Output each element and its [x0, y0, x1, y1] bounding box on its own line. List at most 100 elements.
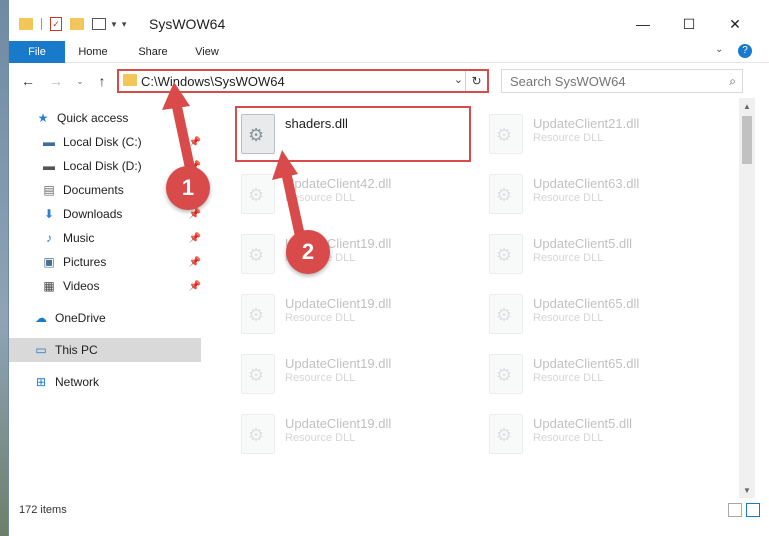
close-button[interactable]: ✕	[712, 10, 758, 38]
sidebar-item-music[interactable]: ♪ Music 📌	[41, 226, 201, 250]
document-icon: ▤	[43, 183, 55, 197]
search-input[interactable]	[502, 70, 712, 92]
sidebar-item-label: Quick access	[57, 111, 129, 125]
file-item[interactable]: ⚙ UpdateClient5.dll Resource DLL	[483, 226, 719, 280]
quick-access-toolbar: ✓ ▼ ▾	[19, 14, 126, 34]
pin-icon[interactable]: 📌	[189, 233, 201, 244]
gear-icon: ⚙	[248, 425, 265, 445]
step-1-badge: 1	[166, 166, 210, 210]
file-name: UpdateClient21.dll	[533, 116, 640, 131]
gear-icon: ⚙	[248, 245, 265, 265]
file-item[interactable]: ⚙ UpdateClient42.dll Resource DLL	[235, 166, 471, 220]
minimize-button[interactable]: —	[620, 10, 666, 38]
download-icon: ⬇	[43, 207, 55, 221]
title-bar: ✓ ▼ ▾ SysWOW64 — ☐ ✕	[9, 0, 769, 42]
sidebar-item-network[interactable]: ⊞ Network	[33, 370, 201, 394]
address-bar[interactable]: C:\Windows\SysWOW64 ⌄ ↻	[117, 69, 489, 93]
file-item[interactable]: ⚙ UpdateClient21.dll Resource DLL	[483, 106, 719, 160]
dll-file-icon: ⚙	[489, 294, 523, 334]
file-name: UpdateClient19.dll	[285, 356, 392, 371]
explorer-window: ✓ ▼ ▾ SysWOW64 — ☐ ✕ File Home Share Vie…	[8, 0, 769, 536]
help-icon[interactable]: ?	[738, 44, 752, 58]
pin-icon[interactable]: 📌	[189, 281, 201, 292]
sidebar-item-pictures[interactable]: ▣ Pictures 📌	[41, 250, 201, 274]
sidebar-item-label: Videos	[63, 279, 100, 293]
file-item[interactable]: ⚙ UpdateClient19.dll Resource DLL	[235, 346, 471, 400]
search-box[interactable]: ⌕	[501, 69, 743, 93]
pin-icon[interactable]: 📌	[189, 257, 201, 268]
file-item[interactable]: ⚙ UpdateClient19.dll Resource DLL	[235, 286, 471, 340]
file-name: UpdateClient65.dll	[533, 356, 640, 371]
dll-file-icon: ⚙	[241, 414, 275, 454]
chevron-down-icon[interactable]: ⌄	[454, 73, 463, 86]
recent-locations-icon[interactable]: ⌄	[71, 72, 89, 90]
maximize-button[interactable]: ☐	[666, 10, 712, 38]
monitor-icon: ▭	[35, 343, 47, 357]
chevron-down-icon[interactable]: ▼	[110, 20, 118, 29]
new-folder-icon[interactable]	[70, 18, 84, 30]
dll-file-icon: ⚙	[489, 354, 523, 394]
item-count: 172 items	[19, 504, 67, 516]
sidebar-item-label: Network	[55, 375, 100, 389]
network-icon: ⊞	[35, 375, 47, 389]
navigation-bar: ← → ⌄ ↑ C:\Windows\SysWOW64 ⌄ ↻ ⌕	[9, 64, 769, 98]
file-type: Resource DLL	[285, 312, 356, 324]
back-icon[interactable]: ←	[19, 72, 37, 90]
scrollbar-thumb[interactable]	[742, 116, 752, 164]
vertical-scrollbar[interactable]: ▲ ▼	[739, 98, 755, 498]
highlight-box	[235, 106, 471, 162]
pin-toolbar-icon[interactable]: ▾	[122, 19, 127, 30]
step-2-badge: 2	[286, 230, 330, 274]
sidebar-item-videos[interactable]: ▦ Videos 📌	[41, 274, 201, 298]
sidebar-item-local-disk-c[interactable]: ▬ Local Disk (C:) 📌	[41, 130, 201, 154]
tab-home[interactable]: Home	[71, 41, 115, 63]
drive-icon: ▬	[43, 135, 55, 149]
separator	[41, 18, 42, 30]
file-item[interactable]: ⚙ UpdateClient65.dll Resource DLL	[483, 286, 719, 340]
gear-icon: ⚙	[496, 365, 513, 385]
up-icon[interactable]: ↑	[93, 72, 111, 90]
search-icon[interactable]: ⌕	[729, 74, 736, 89]
forward-icon[interactable]: →	[47, 72, 65, 90]
pictures-icon: ▣	[43, 255, 55, 269]
gear-icon: ⚙	[496, 305, 513, 325]
file-item[interactable]: ⚙ UpdateClient19.dll Resource DLL	[235, 226, 471, 280]
sidebar-item-quick-access[interactable]: ★ Quick access	[35, 106, 201, 130]
dll-file-icon: ⚙	[241, 174, 275, 214]
file-type: Resource DLL	[285, 372, 356, 384]
scroll-up-icon[interactable]: ▲	[739, 98, 755, 114]
file-item[interactable]: ⚙ UpdateClient19.dll Resource DLL	[235, 406, 471, 460]
dll-file-icon: ⚙	[241, 354, 275, 394]
pin-icon[interactable]: 📌	[189, 137, 201, 148]
gear-icon: ⚙	[496, 125, 513, 145]
sidebar-item-label: Local Disk (D:)	[63, 159, 142, 173]
star-icon: ★	[37, 111, 49, 125]
dll-file-icon: ⚙	[489, 114, 523, 154]
gear-icon: ⚙	[248, 185, 265, 205]
sidebar-item-onedrive[interactable]: ☁ OneDrive	[33, 306, 201, 330]
folder-icon[interactable]	[19, 18, 33, 30]
file-item[interactable]: ⚙ UpdateClient63.dll Resource DLL	[483, 166, 719, 220]
window-title: SysWOW64	[149, 16, 226, 32]
address-path[interactable]: C:\Windows\SysWOW64	[141, 74, 285, 89]
refresh-icon[interactable]: ↻	[465, 71, 487, 91]
sidebar-item-this-pc[interactable]: ▭ This PC	[9, 338, 201, 362]
gear-icon: ⚙	[248, 365, 265, 385]
properties-icon[interactable]: ✓	[50, 17, 62, 31]
sidebar-item-label: Documents	[63, 183, 124, 197]
customize-toolbar-icon[interactable]	[92, 18, 106, 30]
file-name: UpdateClient65.dll	[533, 296, 640, 311]
details-view-icon[interactable]	[728, 503, 742, 517]
tab-view[interactable]: View	[185, 41, 229, 63]
expand-ribbon-icon[interactable]: ⌄	[715, 44, 723, 55]
file-type: Resource DLL	[285, 432, 356, 444]
sidebar-item-label: Local Disk (C:)	[63, 135, 142, 149]
file-item[interactable]: ⚙ UpdateClient65.dll Resource DLL	[483, 346, 719, 400]
file-item[interactable]: ⚙ UpdateClient5.dll Resource DLL	[483, 406, 719, 460]
large-icons-view-icon[interactable]	[746, 503, 760, 517]
tab-file[interactable]: File	[9, 41, 65, 63]
scroll-down-icon[interactable]: ▼	[739, 482, 755, 498]
pin-icon[interactable]: 📌	[189, 209, 201, 220]
tab-share[interactable]: Share	[131, 41, 175, 63]
file-name: UpdateClient5.dll	[533, 236, 633, 251]
